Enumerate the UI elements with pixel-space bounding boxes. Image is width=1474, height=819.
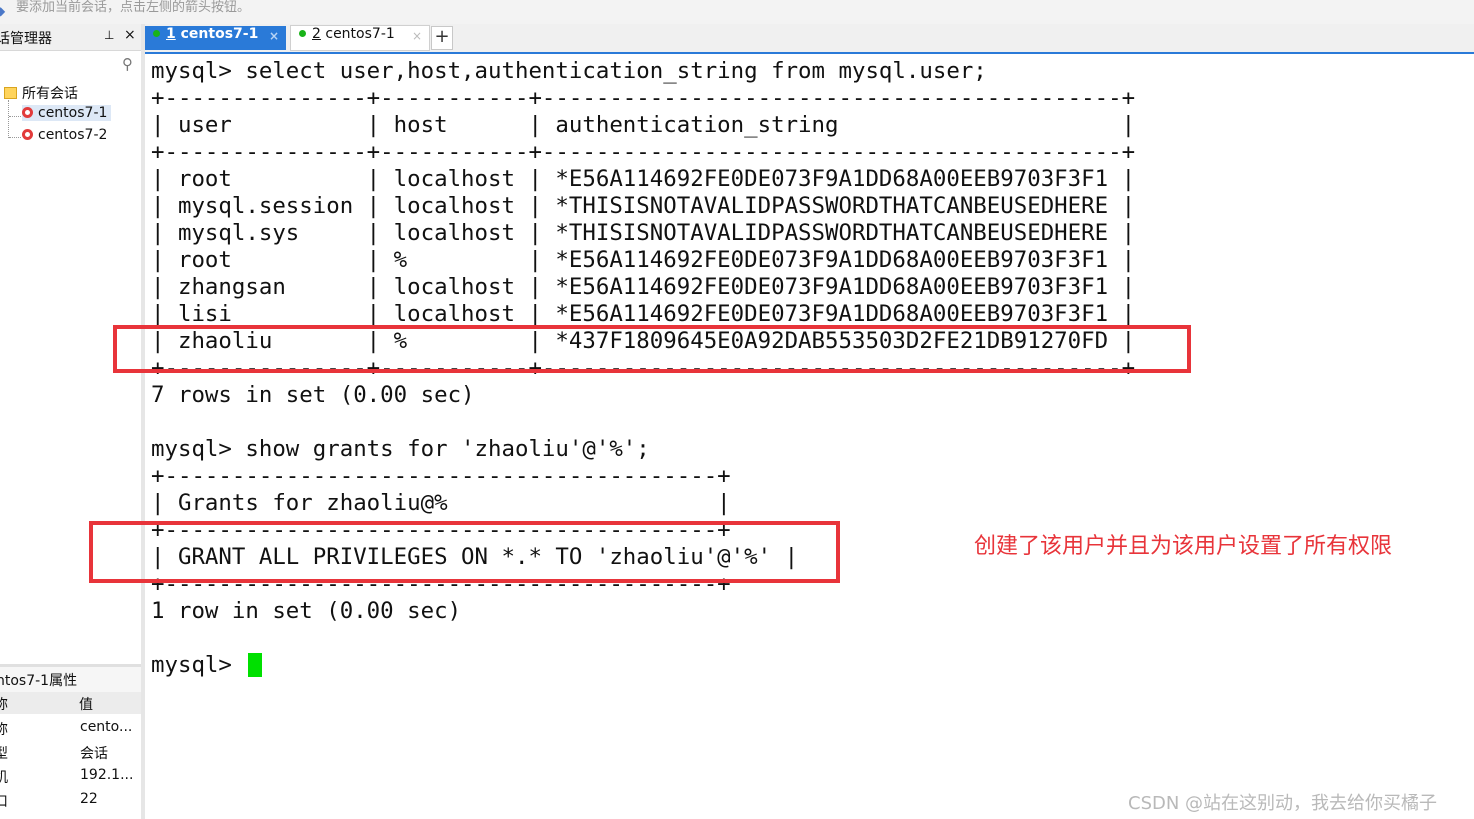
terminal-line: | lisi | localhost | *E56A114692FE0DE073…	[151, 301, 1136, 327]
property-key: 口	[0, 791, 8, 811]
property-key: 机	[0, 767, 8, 787]
close-icon[interactable]: ×	[269, 29, 279, 43]
status-dot-icon	[299, 30, 306, 37]
tree-item-label: 所有会话	[22, 86, 78, 102]
terminal-line: | root | % | *E56A114692FE0DE073F9A1DD68…	[151, 247, 1136, 273]
folder-icon	[4, 87, 17, 99]
session-manager-header: 话管理器 ⊥ ×	[0, 24, 141, 51]
column-name: 称	[0, 694, 8, 714]
property-value: 会话	[80, 746, 108, 762]
property-value: 192.1...	[80, 767, 134, 783]
property-key: 称	[0, 719, 8, 739]
terminal-line: | mysql.session | localhost | *THISISNOT…	[151, 193, 1136, 219]
terminal-line: mysql> select user,host,authentication_s…	[151, 58, 987, 84]
tab-centos7-1-active[interactable]: 1 centos7-1 ×	[145, 26, 286, 50]
tree-line	[9, 137, 21, 138]
terminal-line: +---------------------------------------…	[151, 463, 731, 489]
terminal-line: | zhangsan | localhost | *E56A114692FE0D…	[151, 274, 1136, 300]
annotation-note: 创建了该用户并且为该用户设置了所有权限	[974, 534, 1393, 559]
tab-centos7-1-second[interactable]: 2 centos7-1 ×	[290, 25, 430, 51]
highlight-box-zhaoliu-row	[113, 325, 1191, 373]
tab-label: centos7-1	[325, 26, 395, 42]
terminal-line: | mysql.sys | localhost | *THISISNOTAVAL…	[151, 220, 1136, 246]
terminal-line: | root | localhost | *E56A114692FE0DE073…	[151, 166, 1136, 192]
terminal-line: | user | host | authentication_string |	[151, 112, 1136, 138]
session-search[interactable]: ⚲	[0, 51, 141, 77]
tree-line	[8, 100, 9, 138]
property-value: cento...	[80, 719, 133, 735]
search-icon[interactable]: ⚲	[122, 55, 133, 73]
column-value: 值	[79, 697, 93, 713]
session-icon	[22, 129, 33, 140]
session-manager-panel: 话管理器 ⊥ × ⚲ 所有会话 centos7-1 centos7-2 ntos…	[0, 24, 145, 819]
tree-item-label: centos7-1	[38, 105, 108, 121]
properties-title: ntos7-1属性	[0, 673, 78, 689]
session-manager-title: 话管理器	[0, 31, 52, 47]
tree-item-label: centos7-2	[38, 127, 108, 143]
hint-text: 要添加当前会话，点击左侧的箭头按钮。	[16, 0, 251, 15]
tree-item-centos7-2[interactable]: centos7-2	[22, 127, 107, 143]
session-icon	[22, 107, 33, 118]
tab-label: centos7-1	[180, 26, 259, 42]
property-value: 22	[80, 791, 98, 807]
properties-columns: 称 值	[0, 692, 141, 714]
arrow-icon[interactable]: ◆	[0, 4, 5, 18]
property-row: 称 cento...	[0, 716, 141, 740]
pin-icon[interactable]: ⊥	[104, 28, 114, 42]
terminal[interactable]: mysql> select user,host,authentication_s…	[145, 54, 1474, 819]
status-dot-icon	[153, 30, 160, 37]
tab-number: 2	[312, 26, 321, 42]
terminal-line: 7 rows in set (0.00 sec)	[151, 382, 475, 408]
close-icon[interactable]: ×	[124, 27, 136, 43]
hint-bar: ◆ 要添加当前会话，点击左侧的箭头按钮。	[0, 0, 1474, 24]
property-row: 机 192.1...	[0, 764, 141, 788]
property-row: 型 会话	[0, 740, 141, 764]
tree-item-centos7-1[interactable]: centos7-1	[22, 105, 112, 121]
property-key: 型	[0, 743, 8, 763]
tab-number: 1	[166, 26, 176, 42]
tree-item-all-sessions[interactable]: 所有会话	[4, 83, 78, 103]
terminal-line: +---------------+-----------+-----------…	[151, 85, 1136, 111]
terminal-line: | Grants for zhaoliu@% |	[151, 490, 731, 516]
properties-header: ntos7-1属性	[0, 664, 141, 693]
terminal-line: mysql> show grants for 'zhaoliu'@'%';	[151, 436, 650, 462]
new-tab-button[interactable]: +	[431, 26, 453, 50]
property-row: 口 22	[0, 788, 141, 812]
terminal-line: 1 row in set (0.00 sec)	[151, 598, 462, 624]
tree-line	[9, 116, 21, 117]
terminal-cursor	[248, 653, 262, 677]
terminal-line: mysql>	[151, 652, 246, 678]
close-icon[interactable]: ×	[412, 29, 422, 43]
terminal-line: +---------------+-----------+-----------…	[151, 139, 1136, 165]
highlight-box-grant-row	[89, 521, 840, 583]
tab-bar: 1 centos7-1 × 2 centos7-1 × +	[145, 24, 1474, 54]
watermark: CSDN @站在这别动，我去给你买橘子	[1128, 793, 1438, 814]
